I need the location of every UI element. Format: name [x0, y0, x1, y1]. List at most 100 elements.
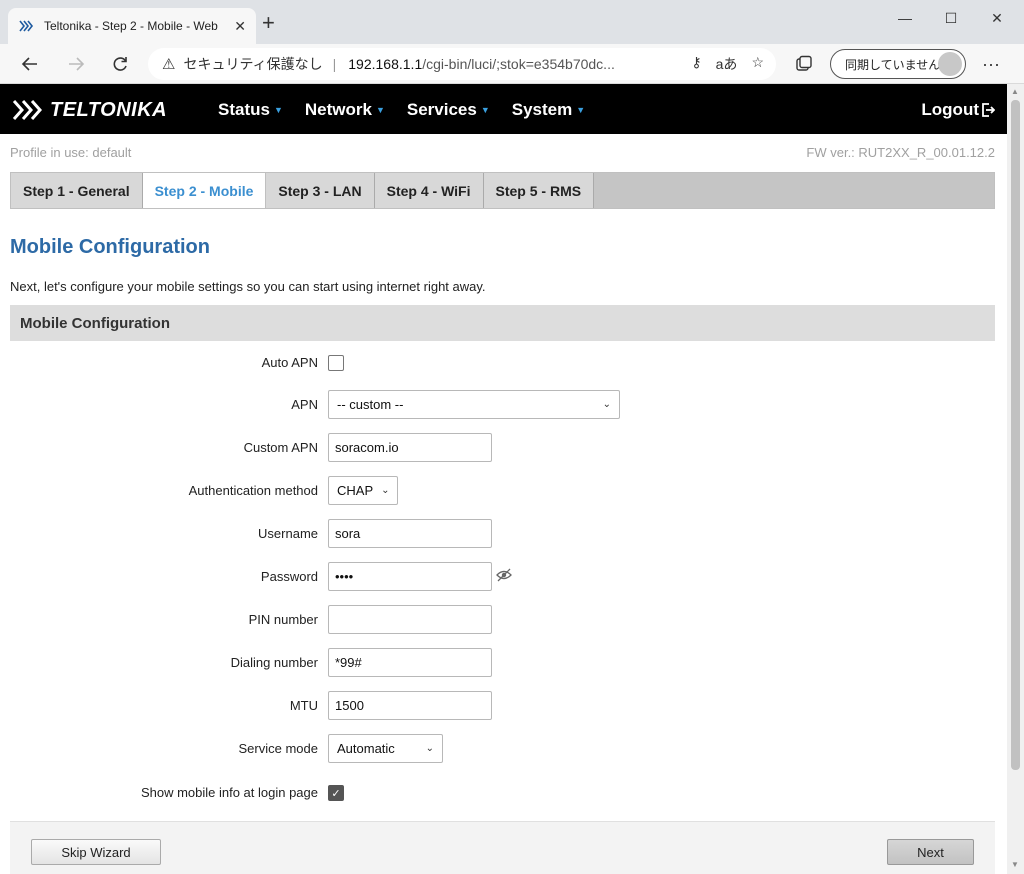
profile-in-use: Profile in use: default	[10, 145, 132, 160]
mtu-label: MTU	[289, 698, 318, 713]
refresh-icon[interactable]	[106, 50, 134, 78]
favorite-star-icon[interactable]: ☆	[751, 54, 764, 74]
checkmark-icon: ✓	[331, 787, 341, 800]
show-info-checkbox[interactable]: ✓	[328, 785, 344, 801]
more-menu-icon[interactable]: ···	[982, 54, 1000, 75]
auth-method-select[interactable]: CHAP ⌄	[328, 476, 398, 505]
auth-method-row: Authentication method CHAP ⌄	[10, 476, 995, 506]
apn-row: APN -- custom -- ⌄	[10, 390, 995, 420]
forward-icon[interactable]	[62, 50, 90, 78]
show-info-row: Show mobile info at login page ✓	[10, 778, 995, 808]
menu-label: Status	[218, 100, 270, 119]
mtu-row: MTU 1500	[10, 691, 995, 721]
menu-label: System	[511, 100, 573, 119]
auto-apn-row: Auto APN	[10, 348, 995, 378]
sync-button[interactable]: 同期していません	[830, 49, 966, 79]
pin-label: PIN number	[248, 612, 318, 627]
browser-tab[interactable]: Teltonika - Step 2 - Mobile - Web ✕	[8, 8, 256, 44]
collections-icon[interactable]	[790, 50, 818, 78]
service-mode-row: Service mode Automatic ⌄	[10, 734, 995, 764]
scrollbar-thumb[interactable]	[1011, 100, 1020, 770]
step-rms-tab[interactable]: Step 5 - RMS	[483, 173, 595, 208]
custom-apn-input[interactable]: soracom.io	[328, 433, 492, 462]
menu-system[interactable]: System ▼	[512, 100, 585, 120]
tab-title: Teltonika - Step 2 - Mobile - Web	[44, 19, 218, 33]
menu-label: Services	[406, 100, 477, 119]
password-row: Password ••••	[10, 562, 995, 592]
main-menu: Status ▼ Network ▼ Services ▼ System ▼	[218, 100, 585, 120]
apn-label: APN	[291, 397, 318, 412]
scroll-down-icon[interactable]: ▼	[1011, 860, 1019, 869]
section-header: Mobile Configuration	[10, 305, 995, 341]
dialing-label: Dialing number	[230, 655, 318, 670]
teltonika-logo[interactable]: TELTONIKA	[12, 96, 167, 124]
menu-arrow-icon: ▼	[576, 105, 586, 115]
menu-label: Network	[304, 100, 372, 119]
step-mobile-tab[interactable]: Step 2 - Mobile	[142, 173, 267, 208]
wizard-footer: Skip Wizard Next	[10, 821, 995, 874]
back-icon[interactable]	[16, 50, 44, 78]
mtu-input[interactable]: 1500	[328, 691, 492, 720]
username-label: Username	[258, 526, 318, 541]
apn-value: -- custom --	[337, 397, 404, 412]
logout-link[interactable]: Logout	[921, 100, 995, 120]
firmware-version: FW ver.: RUT2XX_R_00.01.12.2	[806, 145, 995, 160]
username-input[interactable]: sora	[328, 519, 492, 548]
menu-arrow-icon: ▼	[480, 105, 490, 115]
menu-status[interactable]: Status ▼	[218, 100, 283, 120]
chevron-down-icon: ⌄	[602, 399, 611, 410]
service-mode-label: Service mode	[238, 741, 318, 756]
address-bar[interactable]: ⚠ セキュリティ保護なし | 192.168.1.1 /cgi-bin/luci…	[148, 48, 776, 80]
tab-close-icon[interactable]: ✕	[234, 18, 246, 35]
service-mode-select[interactable]: Automatic ⌄	[328, 734, 443, 763]
password-input[interactable]: ••••	[328, 562, 492, 591]
menu-arrow-icon: ▼	[273, 105, 283, 115]
menu-network[interactable]: Network ▼	[305, 100, 385, 120]
step-lan-tab[interactable]: Step 3 - LAN	[266, 173, 375, 208]
page-title: Mobile Configuration	[10, 236, 210, 258]
minimize-icon[interactable]: —	[882, 6, 928, 30]
username-row: Username sora	[10, 519, 995, 549]
custom-apn-row: Custom APN soracom.io	[10, 433, 995, 463]
password-label: Password	[260, 569, 318, 584]
auto-apn-label: Auto APN	[261, 355, 318, 370]
pin-row: PIN number	[10, 605, 995, 635]
sync-label: 同期していません	[845, 57, 941, 72]
show-info-label: Show mobile info at login page	[140, 785, 318, 800]
step-general-tab[interactable]: Step 1 - General	[11, 173, 143, 208]
new-tab-icon[interactable]: +	[262, 12, 275, 34]
router-header: TELTONIKA Status ▼ Network ▼ Services ▼ Sys…	[0, 84, 1007, 134]
menu-arrow-icon: ▼	[375, 105, 385, 115]
custom-apn-label: Custom APN	[243, 440, 318, 455]
pin-input[interactable]	[328, 605, 492, 634]
key-icon[interactable]: ⚷	[691, 54, 701, 74]
chevron-down-icon: ⌄	[425, 743, 434, 754]
warning-icon: ⚠	[162, 56, 176, 73]
browser-toolbar: ⚠ セキュリティ保護なし | 192.168.1.1 /cgi-bin/luci…	[0, 44, 1024, 84]
read-aloud-icon[interactable]: aあ	[716, 54, 738, 74]
teltonika-favicon-icon	[19, 20, 34, 32]
scroll-up-icon[interactable]: ▲	[1011, 87, 1019, 96]
maximize-icon[interactable]: ☐	[928, 6, 974, 30]
page-scrollbar[interactable]: ▲ ▼	[1007, 84, 1024, 874]
security-label: セキュリティ保護なし	[183, 56, 323, 72]
step-wifi-tab[interactable]: Step 4 - WiFi	[374, 173, 484, 208]
apn-select[interactable]: -- custom -- ⌄	[328, 390, 620, 419]
dialing-row: Dialing number *99#	[10, 648, 995, 678]
page-description: Next, let's configure your mobile settin…	[10, 279, 486, 294]
skip-wizard-button[interactable]: Skip Wizard	[31, 839, 161, 865]
logout-icon	[982, 103, 995, 117]
next-button[interactable]: Next	[887, 839, 974, 865]
show-password-icon[interactable]	[496, 568, 512, 582]
auth-method-label: Authentication method	[188, 483, 318, 498]
auth-method-value: CHAP	[337, 483, 374, 498]
auto-apn-checkbox[interactable]	[328, 355, 344, 371]
wizard-steps: Step 1 - General Step 2 - Mobile Step 3 …	[10, 172, 995, 209]
logout-label: Logout	[921, 100, 979, 119]
service-mode-value: Automatic	[337, 741, 395, 756]
browser-titlebar: Teltonika - Step 2 - Mobile - Web ✕ + — …	[0, 0, 1024, 44]
dialing-input[interactable]: *99#	[328, 648, 492, 677]
window-close-icon[interactable]: ✕	[974, 6, 1020, 30]
menu-services[interactable]: Services ▼	[407, 100, 490, 120]
logo-text: TELTONIKA	[50, 98, 168, 121]
